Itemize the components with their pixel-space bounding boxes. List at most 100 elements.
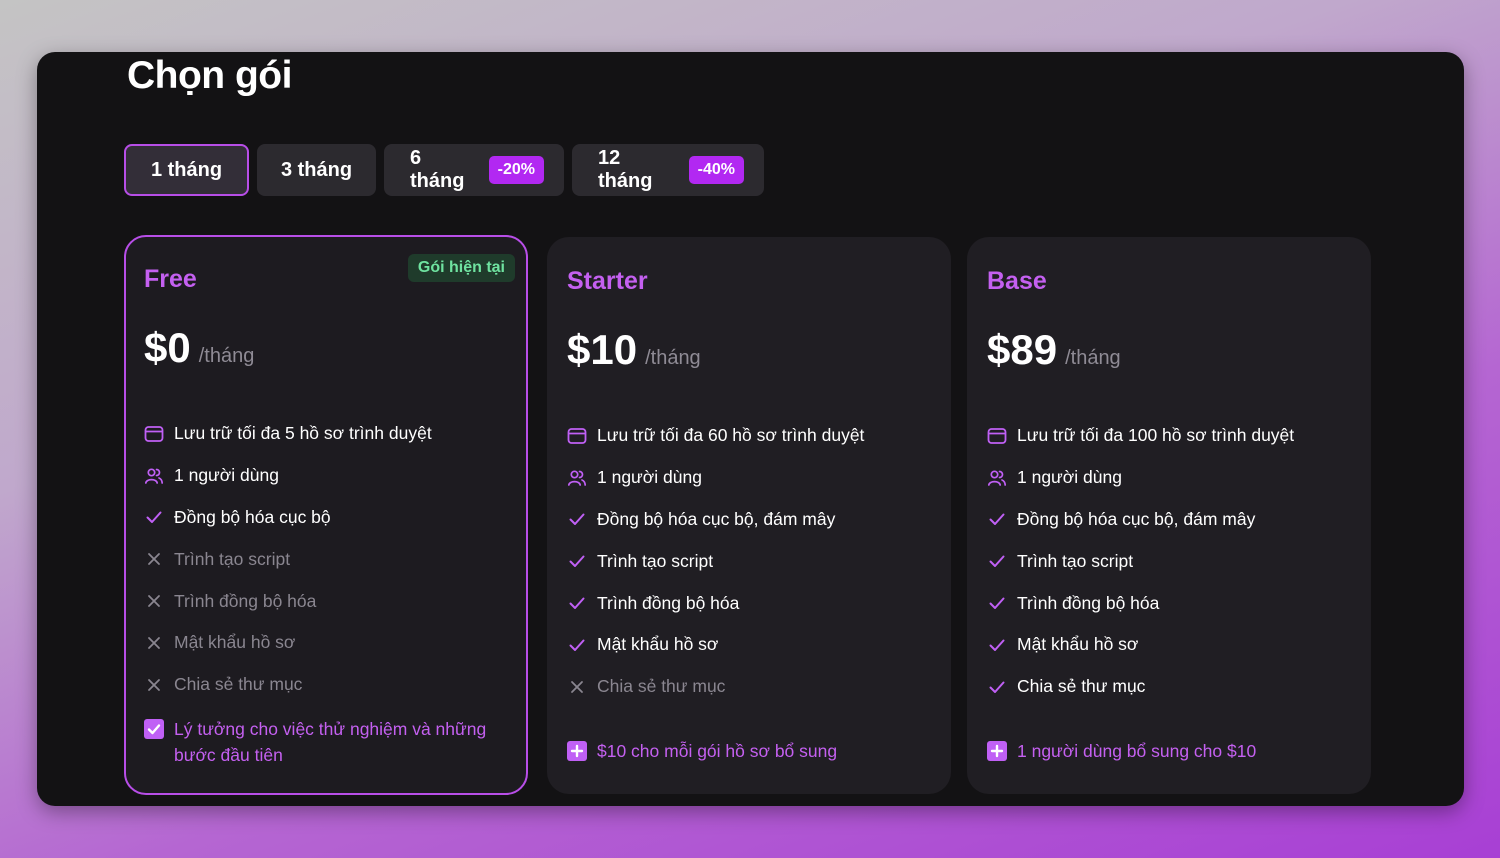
plus-square-icon xyxy=(987,740,1007,761)
feature-text: Trình tạo script xyxy=(174,548,291,569)
plan-addon-text: $10 cho mỗi gói hồ sơ bổ sung xyxy=(597,740,838,761)
plan-price: $10 xyxy=(567,326,638,373)
tab-12-months[interactable]: 12 tháng -40% xyxy=(572,144,764,196)
feature-item: Mật khẩu hồ sơ xyxy=(567,624,931,666)
plan-card-free[interactable]: Free Gói hiện tại $0 /tháng Lưu trữ tối … xyxy=(124,235,528,795)
feature-text: Đồng bộ hóa cục bộ, đám mây xyxy=(1017,508,1256,529)
check-icon xyxy=(567,551,587,571)
feature-list: Lưu trữ tối đa 100 hồ sơ trình duyệt 1 ng… xyxy=(987,415,1351,708)
x-icon xyxy=(144,633,164,653)
check-icon xyxy=(144,507,164,527)
x-icon xyxy=(144,549,164,569)
check-icon xyxy=(567,509,587,529)
feature-item: Mật khẩu hồ sơ xyxy=(987,624,1351,666)
feature-item: Trình đồng bộ hóa xyxy=(144,580,508,622)
feature-text: 1 người dùng xyxy=(1017,467,1122,488)
feature-text: Trình đồng bộ hóa xyxy=(1017,592,1160,613)
feature-text: Đồng bộ hóa cục bộ, đám mây xyxy=(597,508,836,529)
feature-text: Trình đồng bộ hóa xyxy=(597,592,740,613)
check-icon xyxy=(567,593,587,613)
feature-item: Đồng bộ hóa cục bộ, đám mây xyxy=(987,499,1351,541)
tab-label: 12 tháng xyxy=(598,147,653,192)
feature-text: Đồng bộ hóa cục bộ xyxy=(174,506,331,527)
checkbox-checked-icon xyxy=(144,718,164,739)
feature-item: Mật khẩu hồ sơ xyxy=(144,622,508,664)
browser-icon xyxy=(567,426,587,446)
discount-badge: -40% xyxy=(688,156,744,184)
feature-item: Trình đồng bộ hóa xyxy=(987,582,1351,624)
feature-text: Chia sẻ thư mục xyxy=(1017,676,1146,697)
plan-note: Lý tưởng cho việc thử nghiệm và những bư… xyxy=(144,716,508,768)
tab-label: 3 tháng xyxy=(280,158,353,181)
feature-item: 1 người dùng xyxy=(144,455,508,497)
feature-text: 1 người dùng xyxy=(174,465,279,486)
browser-icon xyxy=(987,426,1007,446)
check-icon xyxy=(987,509,1007,529)
feature-item: 1 người dùng xyxy=(567,457,931,499)
price-row: $0 /tháng xyxy=(144,324,508,372)
feature-item: Đồng bộ hóa cục bộ, đám mây xyxy=(567,499,931,541)
discount-badge: -20% xyxy=(488,156,544,184)
price-row: $10 /tháng xyxy=(567,326,931,374)
x-icon xyxy=(144,675,164,695)
plan-addon: 1 người dùng bổ sung cho $10 xyxy=(987,738,1351,764)
feature-item: Trình tạo script xyxy=(987,540,1351,582)
check-icon xyxy=(567,635,587,655)
feature-text: Trình đồng bộ hóa xyxy=(174,590,317,611)
users-icon xyxy=(144,466,164,486)
feature-text: Trình tạo script xyxy=(1017,550,1134,571)
plan-addon: $10 cho mỗi gói hồ sơ bổ sung xyxy=(567,738,931,764)
browser-icon xyxy=(144,424,164,444)
feature-item: Trình đồng bộ hóa xyxy=(567,582,931,624)
page-title: Chọn gói xyxy=(127,54,292,97)
plan-note-text: Lý tưởng cho việc thử nghiệm và những bư… xyxy=(174,718,487,765)
users-icon xyxy=(567,468,587,488)
feature-text: Lưu trữ tối đa 100 hồ sơ trình duyệt xyxy=(1017,425,1295,446)
feature-item: Lưu trữ tối đa 100 hồ sơ trình duyệt xyxy=(987,415,1351,457)
feature-item: Trình tạo script xyxy=(567,540,931,582)
check-icon xyxy=(987,677,1007,697)
x-icon xyxy=(144,591,164,611)
plan-name: Base xyxy=(987,267,1047,295)
price-period: /tháng xyxy=(645,347,701,369)
x-icon xyxy=(567,677,587,697)
feature-text: Mật khẩu hồ sơ xyxy=(174,632,296,653)
tab-6-months[interactable]: 6 tháng -20% xyxy=(384,144,564,196)
plan-price: $89 xyxy=(987,326,1058,373)
price-period: /tháng xyxy=(198,345,255,367)
tab-1-month[interactable]: 1 tháng xyxy=(124,144,249,196)
plan-card-base[interactable]: Base $89 /tháng Lưu trữ tối đa 100 hồ sơ… xyxy=(967,237,1371,794)
feature-item: 1 người dùng xyxy=(987,457,1351,499)
feature-text: Chia sẻ thư mục xyxy=(597,676,726,697)
feature-list: Lưu trữ tối đa 60 hồ sơ trình duyệt 1 ngư… xyxy=(567,415,931,708)
pricing-window: Chọn gói 1 tháng 3 tháng 6 tháng -20% 12… xyxy=(37,52,1464,806)
plan-addon-text: 1 người dùng bổ sung cho $10 xyxy=(1017,740,1257,761)
feature-item: Đồng bộ hóa cục bộ xyxy=(144,497,508,539)
check-icon xyxy=(987,593,1007,613)
feature-text: 1 người dùng xyxy=(597,467,702,488)
feature-text: Lưu trữ tối đa 5 hồ sơ trình duyệt xyxy=(174,423,432,444)
check-icon xyxy=(987,551,1007,571)
plan-name: Starter xyxy=(567,267,648,295)
users-icon xyxy=(987,468,1007,488)
feature-item: Lưu trữ tối đa 60 hồ sơ trình duyệt xyxy=(567,415,931,457)
plan-price: $0 xyxy=(144,324,191,371)
plus-square-icon xyxy=(567,740,587,761)
price-period: /tháng xyxy=(1065,347,1121,369)
tab-3-months[interactable]: 3 tháng xyxy=(257,144,376,196)
tab-label: 1 tháng xyxy=(150,158,223,181)
feature-item: Chia sẻ thư mục xyxy=(567,666,931,708)
feature-text: Mật khẩu hồ sơ xyxy=(597,634,719,655)
feature-text: Chia sẻ thư mục xyxy=(174,674,303,695)
feature-text: Mật khẩu hồ sơ xyxy=(1017,634,1139,655)
billing-period-tabs: 1 tháng 3 tháng 6 tháng -20% 12 tháng -4… xyxy=(124,144,764,196)
price-row: $89 /tháng xyxy=(987,326,1351,374)
feature-text: Trình tạo script xyxy=(597,550,714,571)
feature-item: Chia sẻ thư mục xyxy=(987,666,1351,708)
feature-item: Lưu trữ tối đa 5 hồ sơ trình duyệt xyxy=(144,413,508,455)
check-icon xyxy=(987,635,1007,655)
feature-item: Trình tạo script xyxy=(144,538,508,580)
current-plan-badge: Gói hiện tại xyxy=(407,254,515,282)
feature-text: Lưu trữ tối đa 60 hồ sơ trình duyệt xyxy=(597,425,865,446)
plan-card-starter[interactable]: Starter $10 /tháng Lưu trữ tối đa 60 hồ … xyxy=(547,237,951,794)
